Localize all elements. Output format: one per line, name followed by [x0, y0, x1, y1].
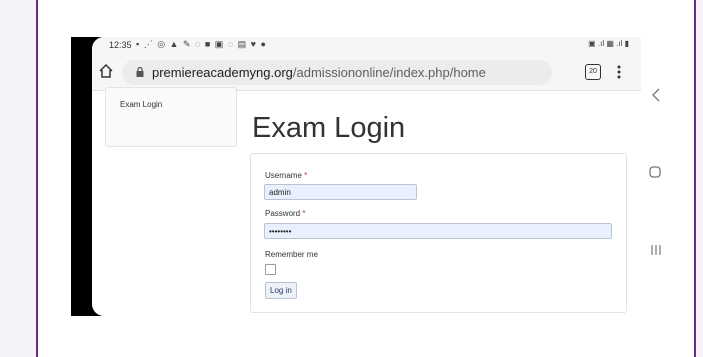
right-accent-border — [694, 0, 696, 357]
phone-screen: 12:35 ▪ ⋰ ◎ ▲ ✎ ◌ ■ ▣ ◌ ▤ ♥ ● ▣ .ıl ▦ .ı… — [92, 37, 641, 316]
home-icon[interactable] — [98, 63, 114, 79]
username-field[interactable] — [264, 184, 417, 200]
password-label: Password * — [265, 209, 305, 218]
sidebar-item-exam-login[interactable]: Exam Login — [120, 100, 162, 109]
remember-me-label: Remember me — [265, 250, 318, 259]
recent-apps-icon[interactable] — [650, 244, 662, 256]
notification-icons: ▪ ⋰ ◎ ▲ ✎ ◌ ■ ▣ ◌ ▤ ♥ ● — [136, 39, 267, 49]
back-nav-icon[interactable] — [651, 88, 661, 102]
more-options-icon[interactable] — [617, 64, 621, 80]
required-marker: * — [302, 209, 306, 218]
tab-count-icon[interactable]: 20 — [585, 64, 601, 80]
login-form: Username * Password * Remember me Log in — [250, 153, 627, 313]
status-time: 12:35 — [109, 40, 132, 50]
page-title: Exam Login — [252, 112, 406, 145]
home-nav-icon[interactable] — [649, 166, 661, 178]
address-bar[interactable]: premiereacademyng.org/admissiononline/in… — [122, 60, 552, 85]
url-domain: premiereacademyng.org — [152, 65, 293, 80]
status-bar: 12:35 ▪ ⋰ ◎ ▲ ✎ ◌ ■ ▣ ◌ ▤ ♥ ● ▣ .ıl ▦ .ı… — [92, 37, 641, 55]
username-label-text: Username — [265, 171, 302, 180]
password-field[interactable] — [264, 223, 612, 239]
signal-battery-icons: ▣ .ıl ▦ .ıl ▮ — [588, 39, 629, 48]
required-marker: * — [304, 171, 308, 180]
lock-icon — [136, 67, 144, 77]
login-button[interactable]: Log in — [265, 282, 297, 299]
username-label: Username * — [265, 171, 307, 180]
url-path: /admissiononline/index.php/home — [292, 65, 486, 80]
page-content: Exam Login Exam Login Username * Passwor… — [92, 87, 641, 316]
url-text: premiereacademyng.org/admissiononline/in… — [152, 65, 486, 80]
remember-me-checkbox[interactable] — [265, 264, 276, 275]
browser-toolbar: premiereacademyng.org/admissiononline/in… — [92, 55, 641, 91]
sidebar-panel: Exam Login — [105, 87, 237, 147]
password-label-text: Password — [265, 209, 301, 218]
